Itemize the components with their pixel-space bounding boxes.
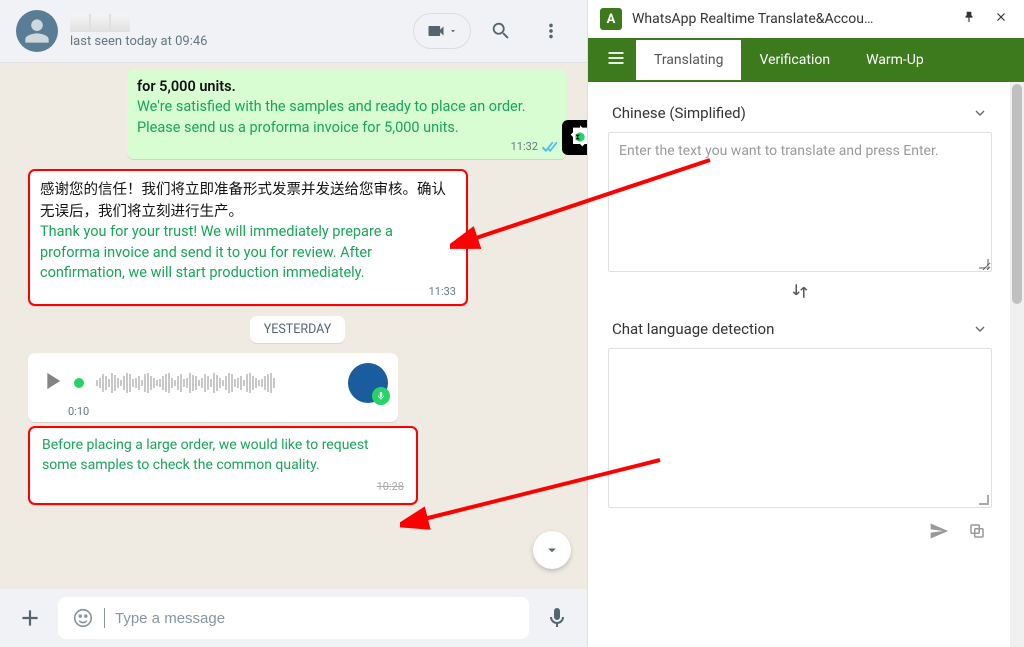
time-label: 11:32: [511, 140, 538, 153]
voice-transcription[interactable]: Before placing a large order, we would l…: [28, 426, 418, 505]
message-text-chinese: 感谢您的信任！我们将立即准备形式发票并发送给您审核。确认无误后，我们将立刻进行生…: [40, 179, 456, 223]
scrollbar[interactable]: [1010, 82, 1024, 647]
copy-button[interactable]: [962, 516, 992, 546]
extension-tabs: Translating Verification Warm-Up: [588, 38, 1024, 82]
play-button[interactable]: [38, 367, 66, 399]
contact-info[interactable]: last seen today at 09:46: [70, 14, 207, 49]
message-timestamp: 11:33: [40, 285, 456, 298]
voice-message[interactable]: 0:10: [28, 353, 398, 422]
voice-position-dot[interactable]: [74, 378, 84, 388]
translator-badge-icon: [562, 120, 587, 155]
close-button[interactable]: [990, 10, 1012, 28]
extension-logo-icon: A: [600, 8, 622, 30]
source-placeholder: Enter the text you want to translate and…: [619, 143, 939, 159]
whatsapp-panel: last seen today at 09:46 for 5,000 units…: [0, 0, 587, 647]
video-call-button[interactable]: [413, 13, 471, 49]
extension-titlebar: A WhatsApp Realtime Translate&Accou…: [588, 0, 1024, 38]
transcription-text: Before placing a large order, we would l…: [42, 437, 369, 473]
mic-button[interactable]: [539, 600, 575, 636]
send-button[interactable]: [924, 516, 954, 546]
voice-waveform[interactable]: [96, 371, 340, 395]
chevron-down-icon: [972, 105, 988, 121]
read-receipt-icon: [541, 141, 557, 152]
message-text-bold: for 5,000 units.: [137, 77, 557, 97]
message-input-container: [58, 597, 529, 639]
source-textarea[interactable]: Enter the text you want to translate and…: [608, 132, 992, 272]
voice-controls: [38, 363, 388, 403]
search-button[interactable]: [481, 11, 521, 51]
voice-duration: 0:10: [38, 405, 388, 418]
message-incoming-1[interactable]: 感谢您的信任！我们将立即准备形式发票并发送给您审核。确认无误后，我们将立刻进行生…: [28, 169, 468, 306]
mic-badge-icon: [372, 387, 390, 405]
chat-header-left: last seen today at 09:46: [16, 10, 207, 52]
scroll-down-button[interactable]: [533, 531, 571, 569]
message-outgoing-1[interactable]: for 5,000 units. We're satisfied with th…: [127, 69, 567, 159]
extension-panel: A WhatsApp Realtime Translate&Accou… Tra…: [587, 0, 1024, 647]
chat-header-actions: [413, 11, 571, 51]
message-text-translated: We're satisfied with the samples and rea…: [137, 97, 557, 138]
messages-area[interactable]: for 5,000 units. We're satisfied with th…: [0, 63, 587, 589]
emoji-button[interactable]: [72, 607, 94, 629]
action-row: [608, 508, 992, 554]
tab-translating[interactable]: Translating: [636, 40, 741, 80]
chat-header: last seen today at 09:46: [0, 0, 587, 63]
date-divider: YESTERDAY: [250, 316, 345, 343]
contact-name-redacted: [70, 14, 130, 32]
target-textarea[interactable]: [608, 348, 992, 508]
tab-verification[interactable]: Verification: [741, 40, 848, 80]
message-timestamp: 11:32: [137, 140, 557, 153]
target-language-label: Chat language detection: [612, 320, 774, 338]
source-language-label: Chinese (Simplified): [612, 104, 746, 122]
menu-button[interactable]: [531, 11, 571, 51]
input-cursor: [104, 608, 105, 628]
pin-button[interactable]: [958, 10, 980, 28]
voice-sender-avatar: [348, 363, 388, 403]
message-input[interactable]: [115, 610, 515, 627]
tab-warmup[interactable]: Warm-Up: [848, 40, 942, 80]
transcription-time: 10:28: [42, 479, 404, 494]
extension-body: Chinese (Simplified) Enter the text you …: [588, 82, 1024, 647]
target-language-selector[interactable]: Chat language detection: [608, 314, 992, 348]
source-language-selector[interactable]: Chinese (Simplified): [608, 98, 992, 132]
extension-title: WhatsApp Realtime Translate&Accou…: [632, 11, 948, 27]
contact-status: last seen today at 09:46: [70, 34, 207, 49]
message-input-bar: [0, 589, 587, 647]
swap-languages-button[interactable]: [608, 272, 992, 314]
message-text-translated: Thank you for your trust! We will immedi…: [40, 222, 456, 283]
menu-button[interactable]: [596, 38, 636, 82]
chevron-down-icon: [972, 321, 988, 337]
attach-button[interactable]: [12, 600, 48, 636]
contact-avatar[interactable]: [16, 10, 58, 52]
